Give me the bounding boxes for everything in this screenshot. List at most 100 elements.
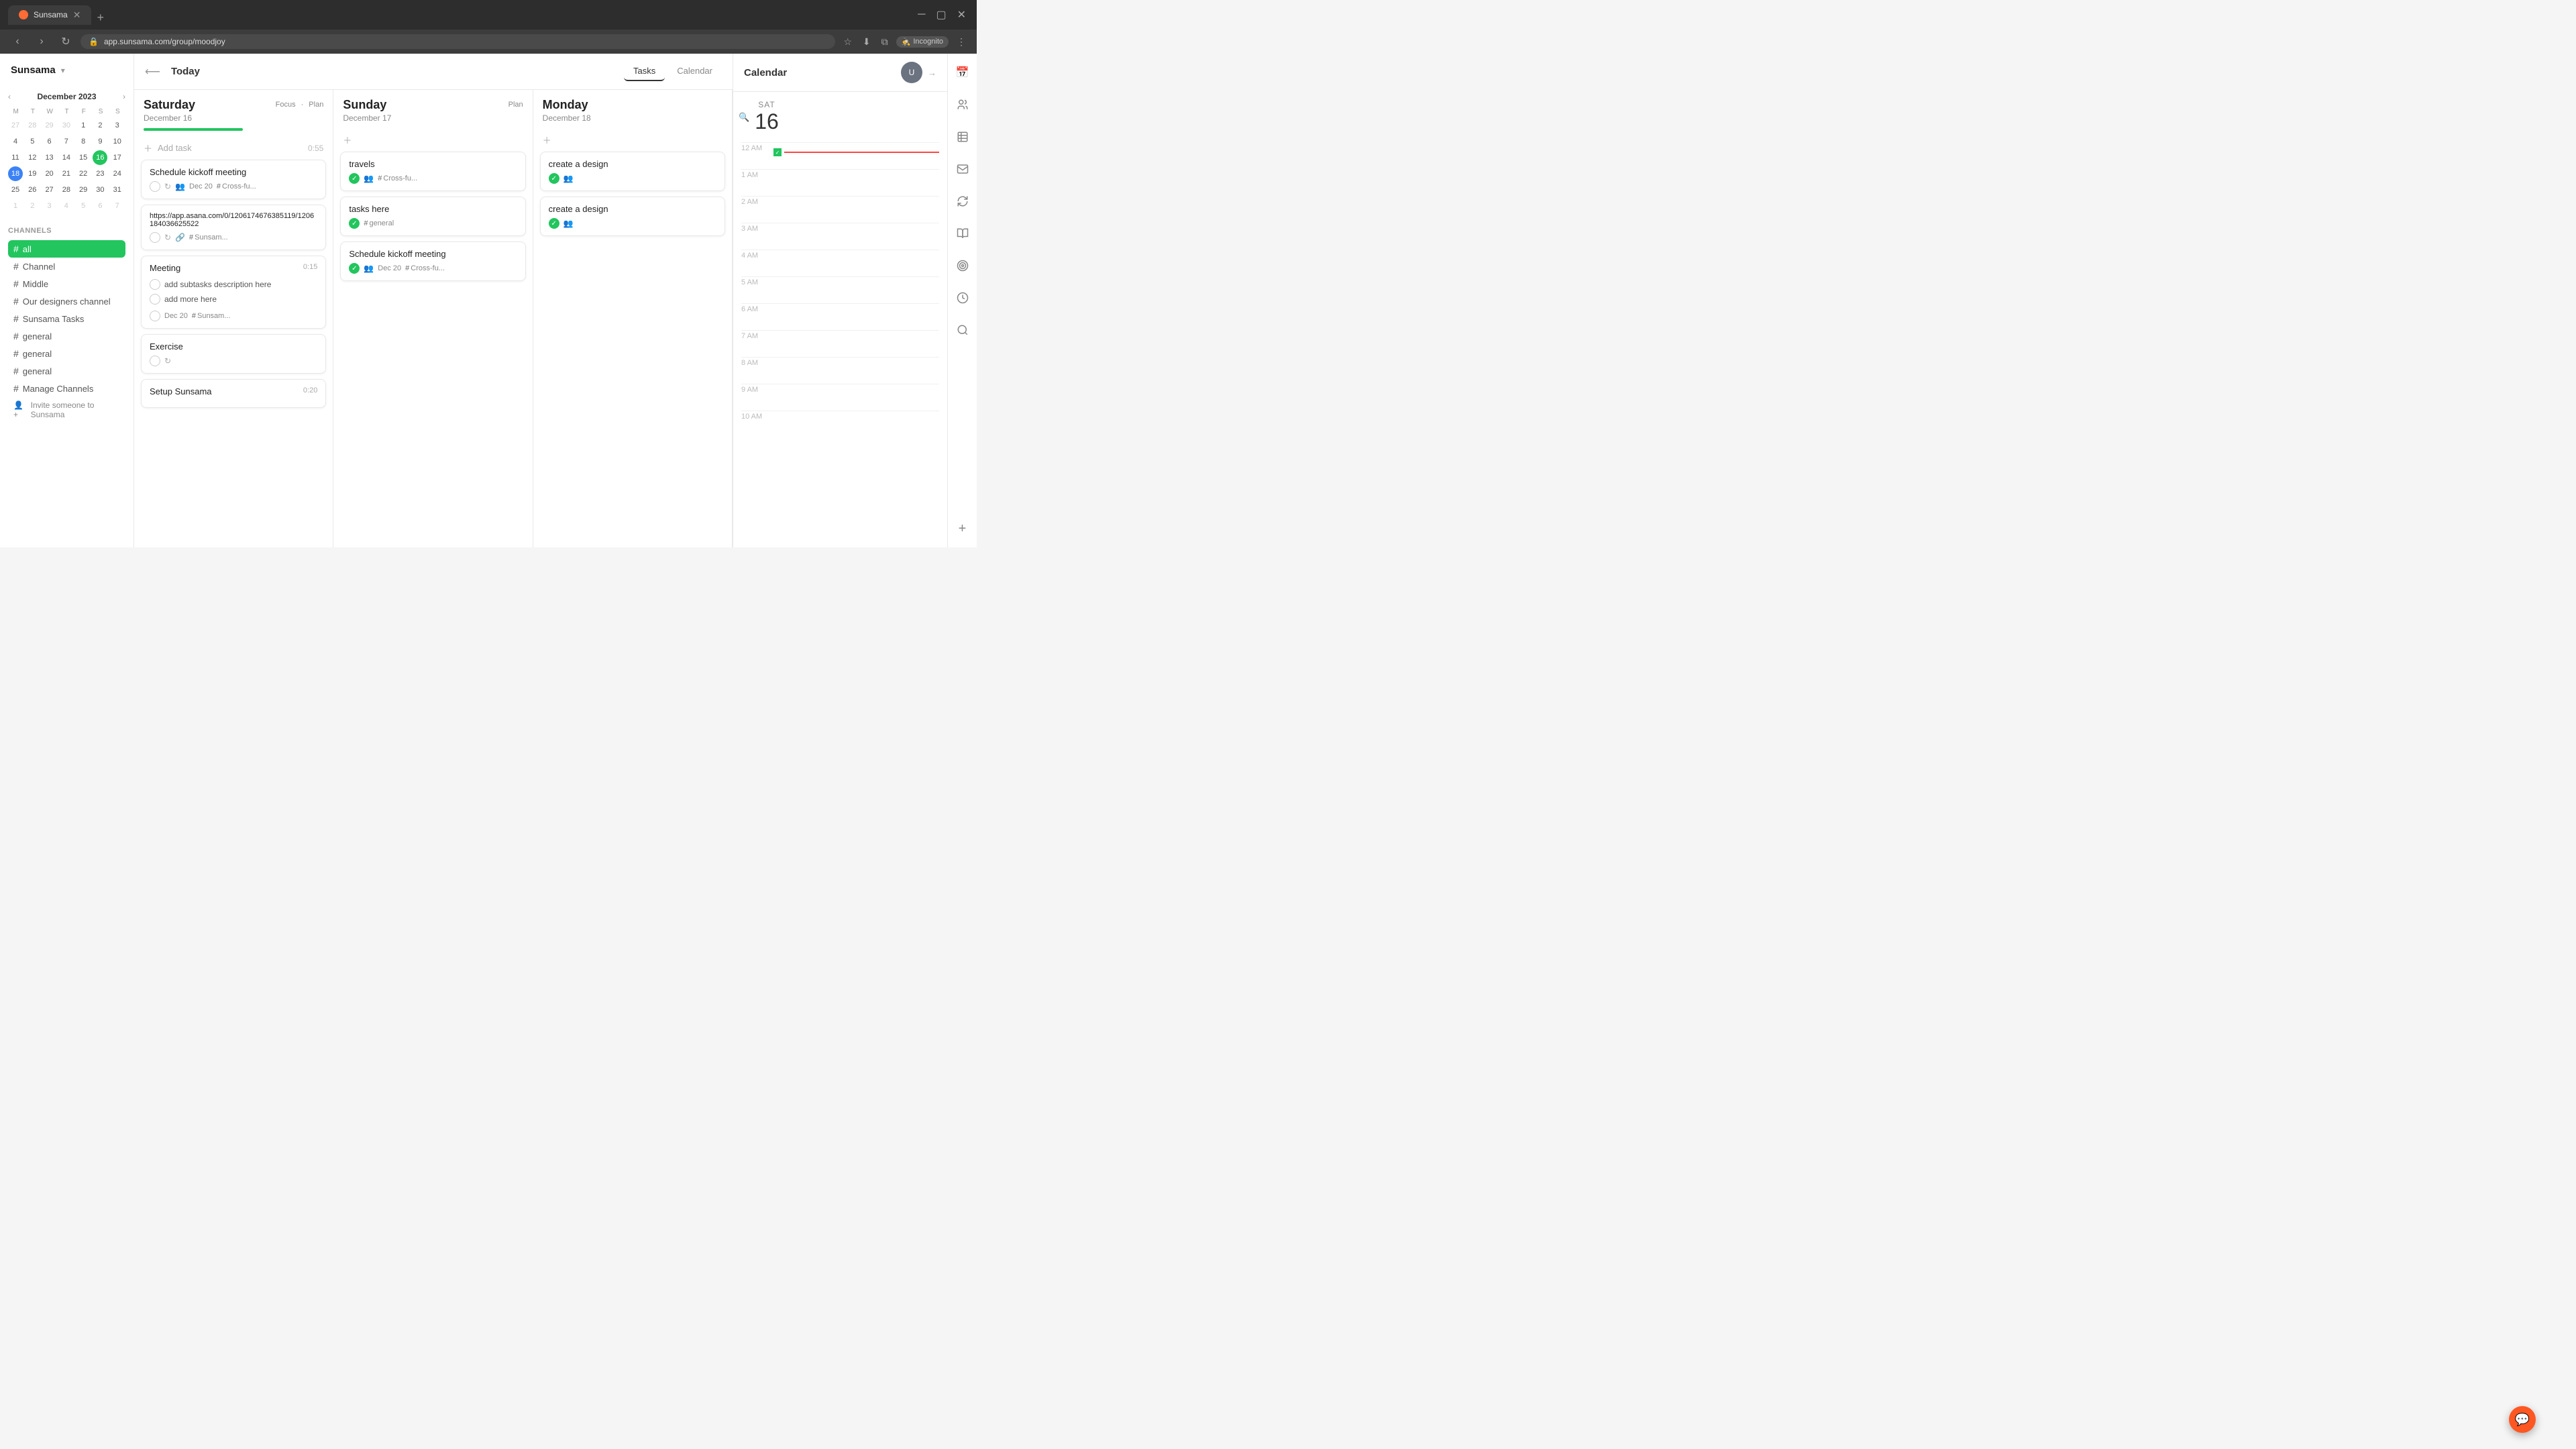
task-card[interactable]: Schedule kickoff meeting ✓ 👥 Dec 20 #Cro… xyxy=(340,241,525,281)
bookmark-btn[interactable]: ☆ xyxy=(841,34,855,50)
cal-prev-btn[interactable]: ‹ xyxy=(8,92,11,101)
address-bar[interactable]: 🔒 app.sunsama.com/group/moodjoy xyxy=(80,34,835,49)
cal-day[interactable]: 28 xyxy=(59,182,74,197)
cal-day[interactable]: 27 xyxy=(42,182,57,197)
cal-day[interactable]: 9 xyxy=(93,134,107,149)
saturday-add-task[interactable]: ＋ Add task 0:55 xyxy=(141,136,326,160)
rs-notebook-icon[interactable] xyxy=(952,223,973,244)
rs-search-icon[interactable] xyxy=(952,319,973,341)
rs-add-icon[interactable]: + xyxy=(952,518,973,539)
minimize-btn[interactable]: ─ xyxy=(915,6,928,23)
task-card[interactable]: travels ✓ 👥 #Cross-fu... xyxy=(340,152,525,191)
cal-day[interactable]: 12 xyxy=(25,150,40,165)
new-tab-btn[interactable]: + xyxy=(97,11,104,25)
task-check[interactable] xyxy=(150,311,160,321)
sidebar-item-middle[interactable]: # Middle xyxy=(8,275,125,292)
rs-target-icon[interactable] xyxy=(952,255,973,276)
cal-day[interactable]: 4 xyxy=(8,134,23,149)
cal-day[interactable]: 1 xyxy=(8,199,23,213)
tab-calendar[interactable]: Calendar xyxy=(667,62,722,81)
tab-close-btn[interactable]: ✕ xyxy=(73,9,81,21)
task-card[interactable]: create a design ✓ 👥 xyxy=(540,152,725,191)
cal-day[interactable]: 23 xyxy=(93,166,107,181)
task-card[interactable]: https://app.asana.com/0/1206174676385119… xyxy=(141,205,326,250)
cal-day[interactable]: 6 xyxy=(93,199,107,213)
cal-day[interactable]: 29 xyxy=(76,182,91,197)
task-card[interactable]: Exercise ↻ xyxy=(141,334,326,374)
cal-day[interactable]: 7 xyxy=(110,199,125,213)
cal-day[interactable]: 3 xyxy=(42,199,57,213)
cal-day[interactable]: 1 xyxy=(76,118,91,133)
restore-btn[interactable]: ▢ xyxy=(933,5,949,24)
sidebar-item-general-2[interactable]: # general xyxy=(8,345,125,362)
cal-day[interactable]: 2 xyxy=(25,199,40,213)
task-check[interactable]: ✓ xyxy=(549,218,559,229)
task-check[interactable] xyxy=(150,356,160,366)
close-btn[interactable]: ✕ xyxy=(955,5,969,24)
cal-day[interactable]: 26 xyxy=(25,182,40,197)
task-card[interactable]: tasks here ✓ #general xyxy=(340,197,525,236)
task-check[interactable]: ✓ xyxy=(349,218,360,229)
cal-day[interactable]: 13 xyxy=(42,150,57,165)
task-card[interactable]: Setup Sunsama 0:20 xyxy=(141,379,326,408)
task-check[interactable] xyxy=(150,232,160,243)
cal-day[interactable]: 22 xyxy=(76,166,91,181)
sidebar-item-general-3[interactable]: # general xyxy=(8,362,125,380)
sidebar-item-designers[interactable]: # Our designers channel xyxy=(8,292,125,310)
rs-table-icon[interactable] xyxy=(952,126,973,148)
cal-day-today[interactable]: 16 xyxy=(93,150,107,165)
tab-tasks[interactable]: Tasks xyxy=(624,62,665,81)
cal-day[interactable]: 5 xyxy=(76,199,91,213)
sidebar-item-general-1[interactable]: # general xyxy=(8,327,125,345)
cal-day[interactable]: 24 xyxy=(110,166,125,181)
reload-btn[interactable]: ↻ xyxy=(56,32,75,51)
rs-refresh-icon[interactable] xyxy=(952,191,973,212)
today-btn[interactable]: Today xyxy=(171,66,200,77)
menu-btn[interactable]: ⋮ xyxy=(954,34,969,50)
cal-day[interactable]: 25 xyxy=(8,182,23,197)
rs-calendar-icon[interactable]: 📅 xyxy=(952,62,973,83)
plan-action[interactable]: Plan xyxy=(508,101,523,109)
cal-day-selected[interactable]: 18 xyxy=(8,166,23,181)
sunday-add-task[interactable]: ＋ xyxy=(340,128,525,152)
extension-btn[interactable]: ⧉ xyxy=(879,34,891,50)
cal-day[interactable]: 4 xyxy=(59,199,74,213)
cal-day[interactable]: 30 xyxy=(93,182,107,197)
sidebar-item-channel[interactable]: # Channel xyxy=(8,258,125,275)
cal-day[interactable]: 29 xyxy=(42,118,57,133)
sidebar-item-manage[interactable]: # Manage Channels xyxy=(8,380,125,397)
rs-clock-icon[interactable] xyxy=(952,287,973,309)
cal-day[interactable]: 8 xyxy=(76,134,91,149)
rs-mail-icon[interactable] xyxy=(952,158,973,180)
back-btn[interactable]: ‹ xyxy=(8,32,27,51)
cal-day[interactable]: 11 xyxy=(8,150,23,165)
cal-day[interactable]: 17 xyxy=(110,150,125,165)
rs-users-icon[interactable] xyxy=(952,94,973,115)
cal-day[interactable]: 10 xyxy=(110,134,125,149)
zoom-icon[interactable]: 🔍 xyxy=(739,112,749,123)
cal-day[interactable]: 14 xyxy=(59,150,74,165)
cal-day[interactable]: 20 xyxy=(42,166,57,181)
subtask-check[interactable] xyxy=(150,279,160,290)
forward-btn[interactable]: › xyxy=(32,32,51,51)
cal-day[interactable]: 7 xyxy=(59,134,74,149)
cal-day[interactable]: 3 xyxy=(110,118,125,133)
cal-day[interactable]: 21 xyxy=(59,166,74,181)
forward-arrow-btn[interactable]: → xyxy=(928,68,936,78)
back-arrow-btn[interactable]: ⟵ xyxy=(145,65,160,78)
download-btn[interactable]: ⬇ xyxy=(860,34,873,50)
invite-item[interactable]: 👤+ Invite someone to Sunsama xyxy=(8,397,125,423)
sidebar-logo[interactable]: Sunsama xyxy=(11,64,56,76)
cal-day[interactable]: 28 xyxy=(25,118,40,133)
monday-add-task[interactable]: ＋ xyxy=(540,128,725,152)
task-check[interactable] xyxy=(150,181,160,192)
task-check[interactable]: ✓ xyxy=(349,173,360,184)
cal-day[interactable]: 15 xyxy=(76,150,91,165)
cal-day[interactable]: 2 xyxy=(93,118,107,133)
task-check[interactable]: ✓ xyxy=(349,263,360,274)
chat-fab[interactable]: 💬 xyxy=(2509,1406,2536,1433)
sidebar-item-sunsama-tasks[interactable]: # Sunsama Tasks xyxy=(8,310,125,327)
user-avatar[interactable]: U xyxy=(901,62,922,83)
active-tab[interactable]: Sunsama ✕ xyxy=(8,5,91,25)
cal-day[interactable]: 5 xyxy=(25,134,40,149)
